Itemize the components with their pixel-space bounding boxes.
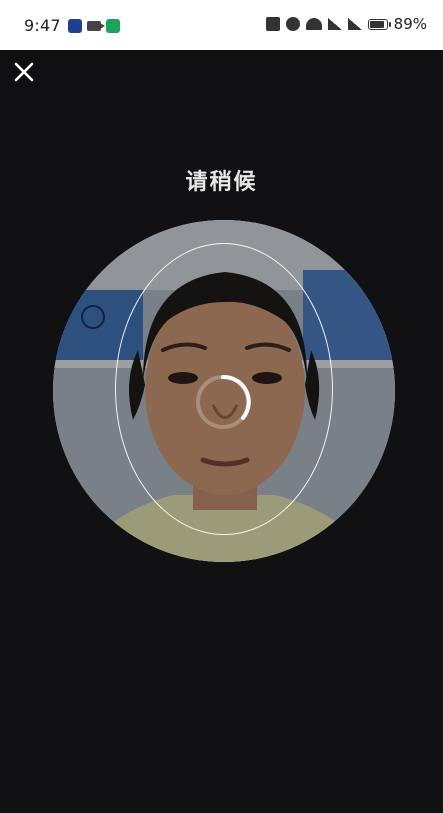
close-icon <box>14 62 34 82</box>
alarm-icon <box>285 17 300 31</box>
app-icon-blue <box>68 19 82 33</box>
close-button[interactable] <box>12 60 36 84</box>
face-capture-screen: 请稍候 <box>0 50 443 813</box>
video-camera-icon <box>87 21 105 31</box>
loading-spinner <box>196 374 251 429</box>
status-bar: 9:47 89% <box>0 0 443 50</box>
battery-percent: 89% <box>393 15 427 33</box>
signal-5g-icon <box>347 18 362 30</box>
status-right: 89% <box>265 15 427 33</box>
signal-5g-icon <box>327 18 342 30</box>
page-title: 请稍候 <box>185 170 258 195</box>
app-icon-green <box>106 19 120 33</box>
battery-icon <box>367 18 391 30</box>
wifi-icon <box>305 18 322 30</box>
status-time: 9:47 <box>24 16 61 35</box>
nfc-icon <box>265 17 280 31</box>
status-app-icons <box>68 19 120 33</box>
